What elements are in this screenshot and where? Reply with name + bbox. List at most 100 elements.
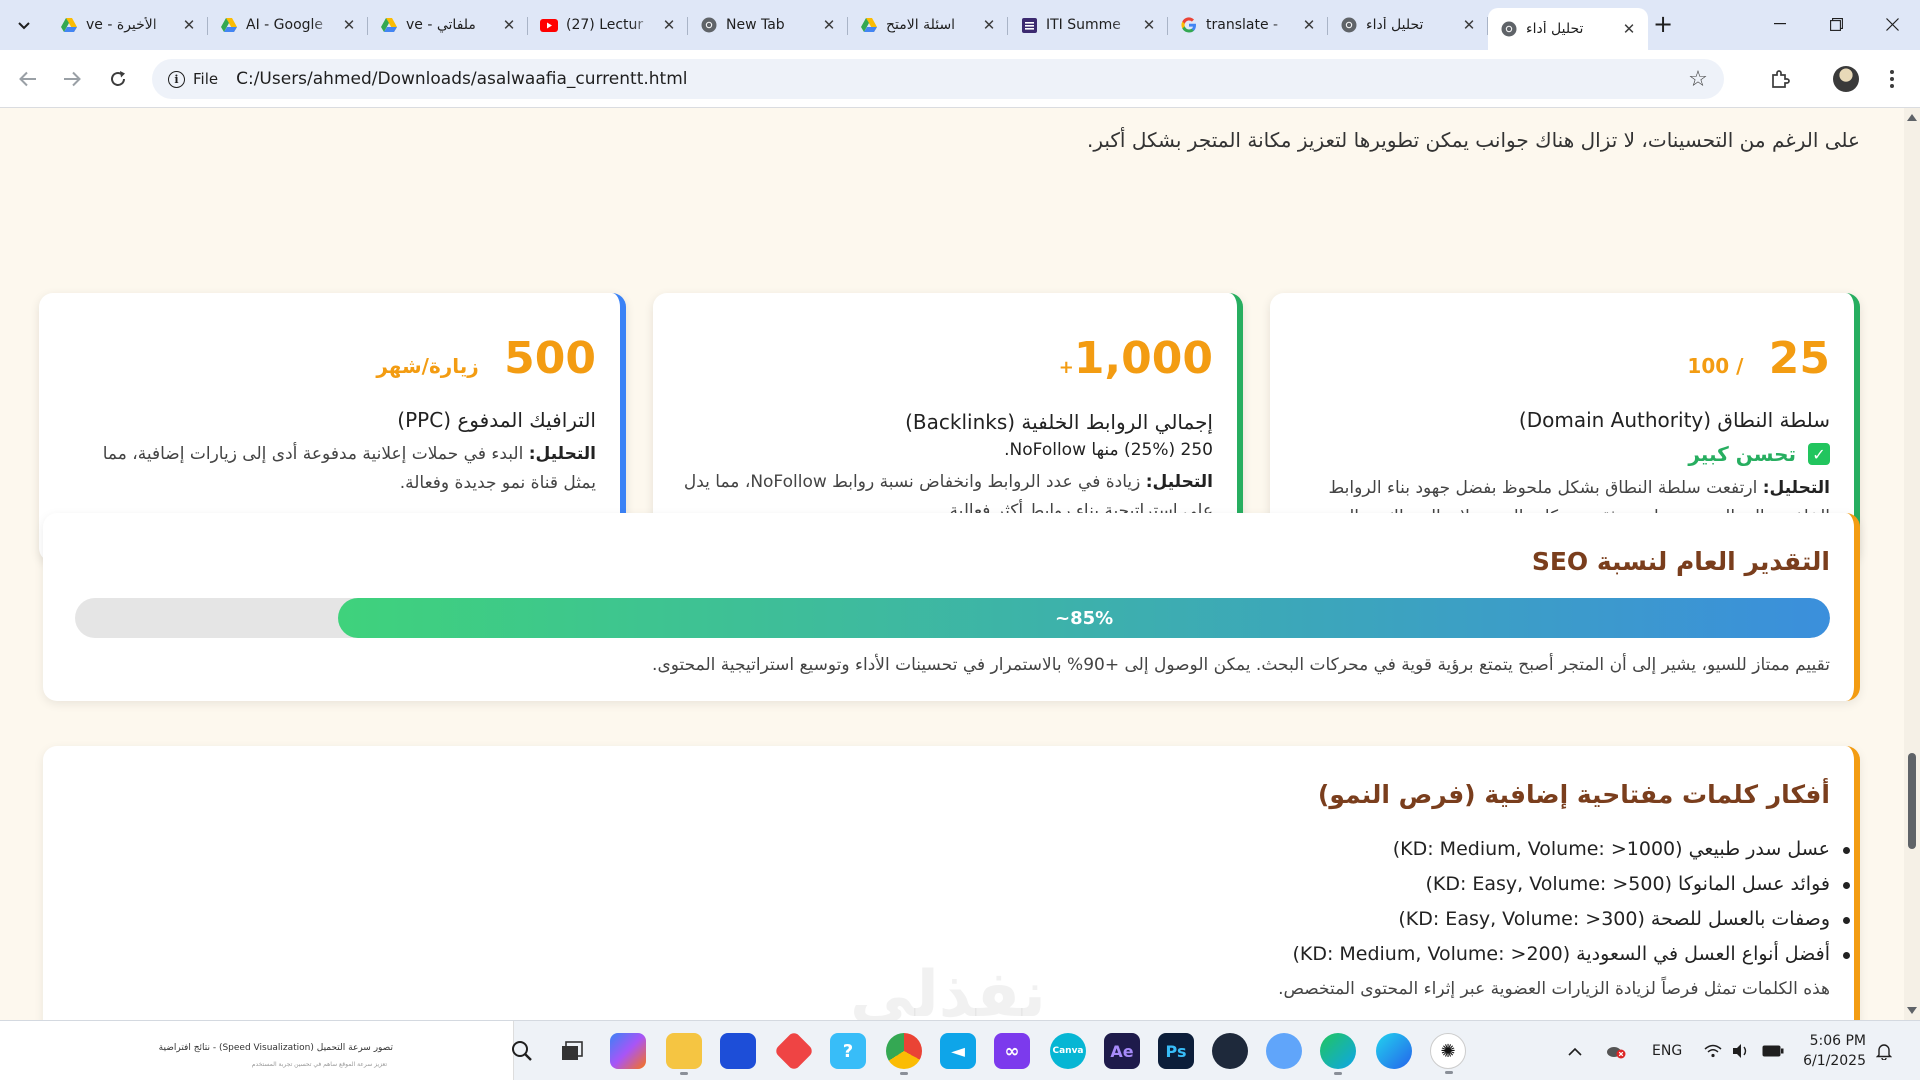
battery-icon[interactable] (1762, 1021, 1784, 1080)
back-button[interactable] (12, 63, 44, 95)
tab-7[interactable]: translate - ✕ (1168, 8, 1328, 42)
search-icon[interactable] (504, 1033, 540, 1069)
close-icon[interactable]: ✕ (1460, 16, 1478, 34)
tab-title: translate - (1206, 17, 1279, 33)
bullet-icon (1843, 847, 1850, 854)
scroll-up-icon[interactable] (1907, 114, 1917, 121)
seo-progress-bar: ~85% (75, 598, 1830, 638)
extensions-button[interactable] (1764, 63, 1796, 95)
google-drive-icon (860, 16, 878, 34)
system-clock[interactable]: 5:06 PM 6/1/2025 (1803, 1031, 1866, 1071)
new-tab-button[interactable]: + (1648, 9, 1678, 39)
file-explorer-icon[interactable] (666, 1033, 702, 1075)
seo-progress-fill: ~85% (338, 598, 1830, 638)
url-text[interactable]: C:/Users/ahmed/Downloads/asalwaafia_curr… (236, 69, 687, 89)
tab-9-active[interactable]: تحليل أداء ✕ (1488, 8, 1648, 50)
help-icon[interactable]: ? (830, 1033, 866, 1069)
after-effects-icon[interactable]: Ae (1104, 1033, 1140, 1069)
reload-button[interactable] (102, 63, 134, 95)
chrome-icon[interactable] (886, 1033, 922, 1075)
photoshop-icon[interactable]: Ps (1158, 1033, 1194, 1069)
tab-3[interactable]: (27) Lectur ✕ (528, 8, 688, 42)
network-error-icon[interactable] (1606, 1021, 1626, 1080)
preview-title: تصور سرعة التحميل (Speed Visualization) … (158, 1043, 393, 1053)
restore-button[interactable] (1808, 0, 1864, 48)
analysis-label: التحليل: (528, 444, 596, 464)
microsoft-store-icon[interactable] (720, 1033, 756, 1069)
globe-icon (1340, 16, 1358, 34)
tab-title: ve - الأخيرة (86, 17, 157, 33)
close-icon[interactable]: ✕ (660, 16, 678, 34)
intro-text: على الرغم من التحسينات، لا تزال هناك جوا… (1086, 128, 1860, 152)
show-hidden-icons[interactable] (1568, 1021, 1582, 1080)
tab-6[interactable]: ITI Summe ✕ (1008, 8, 1168, 42)
scroll-down-icon[interactable] (1907, 1007, 1917, 1014)
keyword-text: عسل سدر طبيعي (KD: Medium, Volume: >1000… (1392, 838, 1830, 860)
close-icon[interactable]: ✕ (500, 16, 518, 34)
globe-icon (1500, 20, 1518, 38)
visual-studio-icon[interactable]: ∞ (994, 1033, 1030, 1069)
tab-4[interactable]: New Tab ✕ (688, 8, 848, 42)
close-icon[interactable]: ✕ (1620, 20, 1638, 38)
tab-title: New Tab (726, 17, 785, 33)
tab-search-button[interactable] (8, 9, 40, 41)
chrome-icon (700, 16, 718, 34)
edge-dev-icon[interactable] (1320, 1033, 1356, 1075)
app-icon[interactable] (1266, 1033, 1302, 1069)
notification-bell-icon[interactable] (1876, 1021, 1892, 1080)
canva-icon[interactable]: Canva (1050, 1033, 1086, 1069)
window-preview-thumbnail[interactable]: تصور سرعة التحميل (Speed Visualization) … (0, 1021, 514, 1080)
forward-button[interactable] (56, 63, 88, 95)
menu-button[interactable] (1876, 63, 1908, 95)
close-icon[interactable]: ✕ (980, 16, 998, 34)
volume-icon[interactable] (1732, 1021, 1750, 1080)
close-icon[interactable]: ✕ (1300, 16, 1318, 34)
arrow-right-icon (64, 71, 81, 87)
close-window-button[interactable] (1864, 0, 1920, 48)
vscode-icon[interactable]: ◄ (940, 1033, 976, 1069)
form-icon (1020, 16, 1038, 34)
tab-1[interactable]: AI - Google ✕ (208, 8, 368, 42)
site-info-chip[interactable]: i File (160, 64, 228, 94)
task-view-icon[interactable] (554, 1033, 590, 1069)
metric-unit: / 100 (1687, 354, 1744, 378)
address-bar[interactable]: i File C:/Users/ahmed/Downloads/asalwaaf… (152, 59, 1724, 99)
card-title: الترافيك المدفوع (PPC) (397, 408, 596, 432)
list-item: أفضل أنواع العسل في السعودية (KD: Medium… (1292, 937, 1850, 972)
metric-value: 500 (504, 333, 596, 384)
badge-label: تحسن كبير (1688, 442, 1796, 466)
clock-time: 5:06 PM (1809, 1033, 1866, 1049)
tab-5[interactable]: اسئلة الامتح ✕ (848, 8, 1008, 42)
scroll-thumb[interactable] (1908, 753, 1916, 849)
page-scrollbar[interactable] (1904, 108, 1920, 1020)
keyword-list: عسل سدر طبيعي (KD: Medium, Volume: >1000… (1292, 832, 1850, 972)
seo-score-section: التقدير العام لنسبة SEO ~85% تقييم ممتاز… (43, 513, 1860, 701)
close-icon[interactable]: ✕ (820, 16, 838, 34)
steam-icon[interactable] (1212, 1033, 1248, 1069)
metric-value: 25 (1768, 333, 1830, 384)
tab-0[interactable]: ve - الأخيرة ✕ (48, 8, 208, 42)
tab-strip: ve - الأخيرة ✕ AI - Google ✕ ve - ملفاتي… (0, 0, 1920, 50)
tab-8[interactable]: تحليل أداء ✕ (1328, 8, 1488, 42)
close-icon[interactable]: ✕ (180, 16, 198, 34)
wifi-icon[interactable] (1704, 1021, 1722, 1080)
backlinks-value: 1,000+ (683, 331, 1213, 396)
close-icon[interactable]: ✕ (1140, 16, 1158, 34)
analysis-text: البدء في حملات إعلانية مدفوعة أدى إلى زي… (102, 444, 596, 493)
minimize-button[interactable] (1752, 0, 1808, 48)
keywords-note: هذه الكلمات تمثل فرصاً لزيادة الزيارات ا… (1278, 979, 1830, 999)
tab-2[interactable]: ve - ملفاتي ✕ (368, 8, 528, 42)
page-viewport: على الرغم من التحسينات، لا تزال هناك جوا… (0, 108, 1904, 1020)
language-indicator[interactable]: ENG (1652, 1021, 1682, 1080)
watermark: نفذلي (850, 958, 1046, 1020)
chatgpt-icon[interactable]: ✺ (1430, 1033, 1466, 1074)
close-icon[interactable]: ✕ (340, 16, 358, 34)
profile-button[interactable] (1830, 63, 1862, 95)
app-diamond-icon[interactable] (773, 1030, 815, 1072)
google-drive-icon (60, 16, 78, 34)
metric-plus: + (1058, 357, 1074, 378)
edge-icon[interactable] (1376, 1033, 1412, 1069)
copilot-icon[interactable] (610, 1033, 646, 1069)
reload-icon (111, 71, 125, 86)
bookmark-star-icon[interactable]: ☆ (1684, 65, 1712, 93)
